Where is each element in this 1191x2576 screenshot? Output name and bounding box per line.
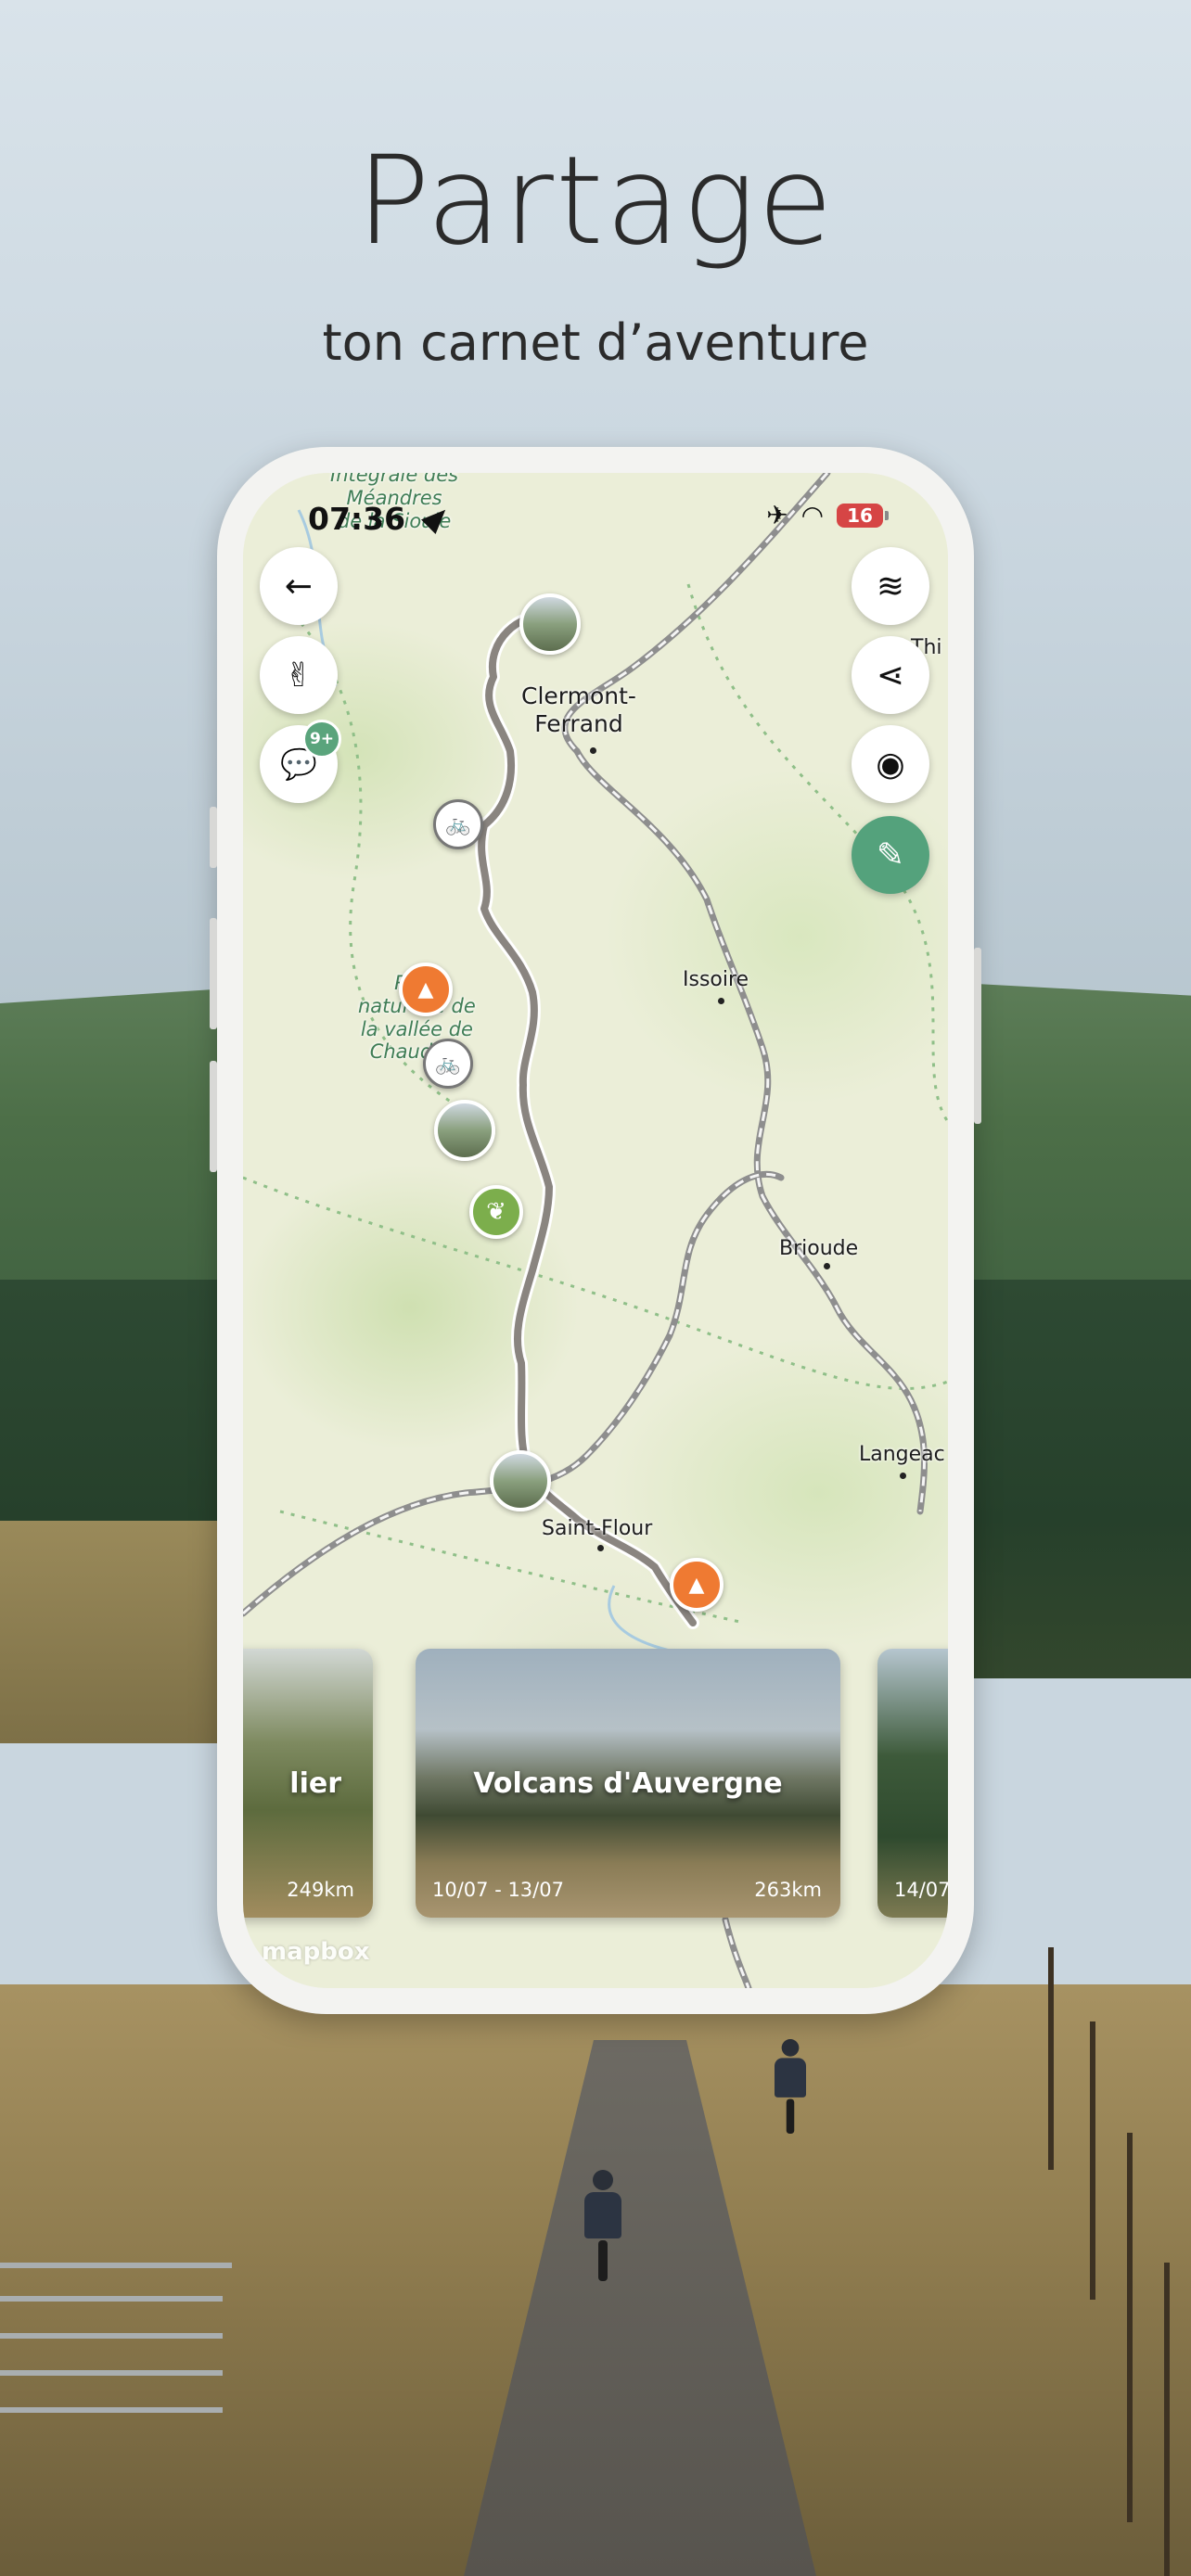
trip-card[interactable]: 14/07 — [877, 1649, 948, 1918]
map-label-langeac: Langeac — [859, 1443, 945, 1466]
city-dot — [590, 747, 596, 754]
bike-pin-icon[interactable]: 🚲 — [423, 1039, 473, 1089]
peace-button[interactable]: ✌ — [260, 636, 338, 714]
trip-card-date: 14/07 — [894, 1879, 948, 1901]
phone-side-button — [210, 918, 217, 1029]
status-icons: ✈ ◠ 16 — [766, 503, 889, 529]
map-label-issoire: Issoire — [683, 968, 749, 991]
nature-pin-icon[interactable]: ❦ — [469, 1185, 523, 1239]
photo-pin[interactable] — [490, 1450, 551, 1511]
edit-button[interactable]: ✎ — [852, 816, 929, 894]
arrow-left-icon: ← — [284, 567, 314, 606]
eye-icon: ◉ — [876, 745, 905, 784]
photo-pin[interactable] — [434, 1100, 495, 1161]
city-dot — [900, 1473, 906, 1479]
trip-card-date: 10/07 - 13/07 — [432, 1879, 564, 1901]
battery-level: 16 — [837, 504, 883, 528]
layers-button[interactable]: ≋ — [852, 547, 929, 625]
cyclist — [775, 2039, 806, 2134]
city-dot — [718, 998, 724, 1004]
comments-badge: 9+ — [302, 720, 341, 759]
city-dot — [824, 1263, 830, 1269]
trip-card[interactable]: Volcans d'Auvergne 10/07 - 13/07 263km — [416, 1649, 840, 1918]
cyclist — [584, 2170, 621, 2281]
field — [0, 1521, 241, 1743]
share-button[interactable]: ⋖ — [852, 636, 929, 714]
airplane-icon: ✈ — [766, 500, 788, 530]
trip-card[interactable]: lier 249km — [243, 1649, 373, 1918]
peace-hand-icon: ✌ — [284, 656, 314, 695]
battery-icon: 16 — [837, 504, 889, 528]
phone-side-button — [210, 807, 217, 868]
status-time: 07:36 — [308, 501, 406, 537]
trip-card-title: Volcans d'Auvergne — [473, 1767, 783, 1800]
fence-post — [1048, 1947, 1054, 2170]
trip-card-distance: 249km — [287, 1879, 354, 1901]
phone-side-button — [210, 1061, 217, 1172]
page-title: Partage — [356, 130, 835, 273]
app-screen: Intégrale des Méandres de la Sioule Cler… — [243, 473, 948, 1988]
wifi-icon: ◠ — [800, 500, 824, 530]
metal-gate — [0, 2263, 232, 2491]
share-icon: ⋖ — [876, 656, 905, 695]
map-label-clermont-ferrand: Clermont- Ferrand — [521, 682, 636, 737]
page-subtitle: ton carnet d’aventure — [322, 313, 869, 372]
phone-side-button — [974, 948, 981, 1124]
phone-frame: Intégrale des Méandres de la Sioule Cler… — [210, 447, 981, 2014]
fence-post — [1090, 2021, 1095, 2300]
mapbox-attribution: mapbox — [262, 1938, 370, 1966]
back-button[interactable]: ← — [260, 547, 338, 625]
comments-button[interactable]: 💬 9+ — [260, 720, 341, 803]
map-label-brioude: Brioude — [779, 1237, 859, 1260]
camp-pin-icon[interactable]: ▲ — [670, 1558, 724, 1612]
bike-pin-icon[interactable]: 🚲 — [433, 799, 483, 849]
fence-post — [1127, 2133, 1133, 2522]
city-dot — [597, 1545, 604, 1551]
trip-card-title: lier — [289, 1767, 341, 1800]
camp-pin-icon[interactable]: ▲ — [399, 963, 453, 1016]
fence-post — [1164, 2263, 1170, 2576]
photo-pin[interactable] — [519, 593, 581, 655]
layers-icon: ≋ — [876, 567, 905, 606]
pencil-icon: ✎ — [876, 835, 905, 874]
map-label-saint-flour: Saint-Flour — [542, 1517, 653, 1540]
visibility-button[interactable]: ◉ — [852, 725, 929, 803]
trip-card-distance: 263km — [754, 1879, 822, 1901]
